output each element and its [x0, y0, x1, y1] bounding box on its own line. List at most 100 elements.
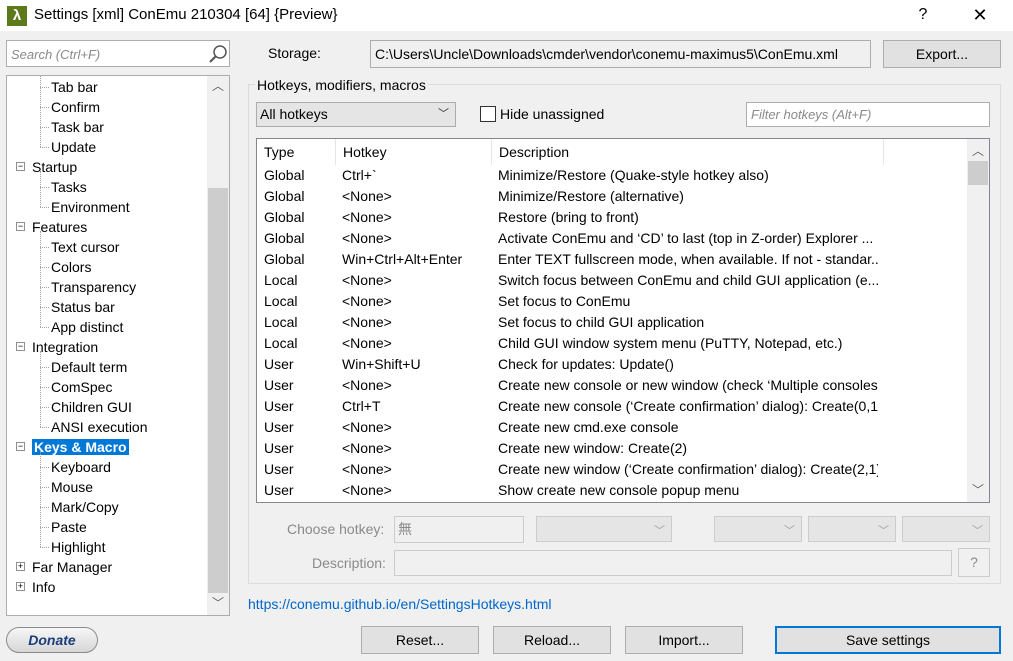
scroll-up-icon[interactable]: ︿ — [967, 141, 989, 161]
search-icon[interactable] — [207, 43, 229, 65]
tree-item-label: Default term — [51, 359, 128, 375]
tree-item[interactable]: Tasks — [51, 177, 87, 197]
type-cell: User — [264, 377, 294, 393]
tree-item[interactable]: Confirm — [51, 97, 100, 117]
table-row[interactable]: Local <None> Set focus to child GUI applic… — [257, 312, 967, 333]
tree-item[interactable]: Integration — [32, 337, 98, 357]
tree-item[interactable]: Keys & Macro — [32, 437, 129, 457]
import-button[interactable]: Import... — [625, 626, 743, 654]
tree-item[interactable]: Mouse — [51, 477, 93, 497]
tree-item[interactable]: Highlight — [51, 537, 105, 557]
table-scrollbar[interactable]: ︿ ﹀ — [967, 139, 989, 502]
tree-item[interactable]: Far Manager — [32, 557, 112, 577]
tree-item[interactable]: Paste — [51, 517, 87, 537]
hide-unassigned-label[interactable]: Hide unassigned — [500, 106, 604, 123]
hotkeys-table: Type Hotkey Description Global Ctrl+` Mini… — [256, 138, 990, 503]
tree-item[interactable]: ComSpec — [51, 377, 112, 397]
modifier-combo-2[interactable]: ﹀ — [714, 516, 802, 542]
description-cell: Check for updates: Update() — [498, 356, 674, 372]
export-button[interactable]: Export... — [883, 40, 1001, 68]
hide-unassigned-checkbox[interactable] — [480, 106, 496, 122]
tree-item[interactable]: Update — [51, 137, 96, 157]
table-row[interactable]: Local <None> Switch focus between ConEmu a… — [257, 270, 967, 291]
tree-item-label: Children GUI — [51, 399, 132, 415]
column-header-hotkey[interactable]: Hotkey — [336, 139, 492, 165]
table-row[interactable]: Local <None> Child GUI window system menu … — [257, 333, 967, 354]
description-field[interactable] — [394, 550, 952, 576]
tree-item[interactable]: Mark/Copy — [51, 497, 119, 517]
close-button[interactable]: ✕ — [958, 2, 1002, 28]
help-button[interactable]: ? — [908, 2, 938, 28]
donate-button[interactable]: Donate — [6, 627, 98, 653]
modifier-combo-1[interactable]: ﹀ — [536, 516, 672, 542]
scroll-thumb[interactable] — [968, 161, 988, 185]
table-row[interactable]: User <None> Create new cmd.exe console — [257, 417, 967, 438]
save-settings-button[interactable]: Save settings — [775, 626, 1001, 654]
tree-item[interactable]: Environment — [51, 197, 130, 217]
search-input[interactable] — [11, 45, 201, 63]
modifier-combo-4[interactable]: ﹀ — [902, 516, 990, 542]
table-row[interactable]: Global <None> Restore (bring to front) — [257, 207, 967, 228]
tree-item-label: Mouse — [51, 479, 94, 495]
table-row[interactable]: Global Win+Ctrl+Alt+Enter Enter TEXT fulls… — [257, 249, 967, 270]
tree-item[interactable]: Status bar — [51, 297, 115, 317]
description-cell: Switch focus between ConEmu and child GU… — [498, 272, 878, 288]
tree-item-label: Update — [51, 139, 97, 155]
expand-icon[interactable]: + — [16, 562, 25, 571]
expand-icon[interactable]: + — [16, 582, 25, 591]
tree-item[interactable]: Colors — [51, 257, 91, 277]
description-help-button[interactable]: ? — [958, 548, 990, 577]
tree-item[interactable]: Info — [32, 577, 55, 597]
table-row[interactable]: User <None> Show create new console popup … — [257, 480, 967, 501]
table-row[interactable]: User Ctrl+T Create new console (‘Create co… — [257, 396, 967, 417]
table-row[interactable]: User Win+Shift+U Check for updates: Update… — [257, 354, 967, 375]
modifier-combo-3[interactable]: ﹀ — [808, 516, 896, 542]
tree-item[interactable]: Tab bar — [51, 77, 98, 97]
storage-path-field[interactable]: C:\Users\Uncle\Downloads\cmder\vendor\co… — [370, 40, 871, 68]
column-header-description[interactable]: Description — [492, 139, 884, 165]
scroll-down-icon[interactable]: ﹀ — [967, 480, 989, 500]
tree-item[interactable]: Keyboard — [51, 457, 111, 477]
scroll-up-icon[interactable]: ︿ — [207, 76, 229, 96]
reset-button[interactable]: Reset... — [361, 626, 479, 654]
type-cell: Global — [264, 209, 305, 225]
tree-item-label: Environment — [51, 199, 130, 215]
type-cell: User — [264, 419, 294, 435]
type-cell: User — [264, 482, 294, 498]
tree-connector — [40, 267, 49, 268]
hotkey-cell: <None> — [342, 209, 392, 225]
table-row[interactable]: Local <None> Set focus to ConEmu — [257, 291, 967, 312]
table-row[interactable]: Global <None> Activate ConEmu and ‘CD’ to … — [257, 228, 967, 249]
hotkeys-filter-select[interactable]: All hotkeys ﹀ — [256, 102, 456, 127]
filter-hotkeys-input[interactable] — [746, 102, 990, 127]
table-row[interactable]: User <None> Create new window: Create(2) — [257, 438, 967, 459]
collapse-icon[interactable]: − — [16, 222, 25, 231]
window-title: Settings [xml] ConEmu 210304 [64] {Previ… — [34, 6, 338, 23]
collapse-icon[interactable]: − — [16, 442, 25, 451]
scroll-thumb[interactable] — [208, 188, 228, 593]
scroll-down-icon[interactable]: ﹀ — [207, 593, 229, 613]
hotkey-cell: <None> — [342, 440, 392, 456]
column-header-type[interactable]: Type — [257, 139, 336, 165]
tree-connector — [40, 307, 49, 308]
reload-button[interactable]: Reload... — [493, 626, 611, 654]
tree-item[interactable]: Default term — [51, 357, 127, 377]
table-row[interactable]: Global Ctrl+` Minimize/Restore (Quake-styl… — [257, 165, 967, 186]
tree-item[interactable]: Transparency — [51, 277, 136, 297]
table-row[interactable]: User <None> Create new console or new wind… — [257, 375, 967, 396]
choose-hotkey-field[interactable]: 無 — [394, 516, 524, 543]
tree-item[interactable]: Children GUI — [51, 397, 132, 417]
tree-item[interactable]: Task bar — [51, 117, 104, 137]
tree-item[interactable]: Startup — [32, 157, 77, 177]
tree-item[interactable]: App distinct — [51, 317, 123, 337]
collapse-icon[interactable]: − — [16, 162, 25, 171]
help-link[interactable]: https://conemu.github.io/en/SettingsHotk… — [248, 596, 552, 612]
collapse-icon[interactable]: − — [16, 342, 25, 351]
type-cell: User — [264, 398, 294, 414]
tree-item[interactable]: ANSI execution — [51, 417, 148, 437]
tree-scrollbar[interactable]: ︿ ﹀ — [207, 76, 229, 615]
table-row[interactable]: User <None> Create new window (‘Create con… — [257, 459, 967, 480]
table-row[interactable]: Global <None> Minimize/Restore (alternativ… — [257, 186, 967, 207]
tree-item[interactable]: Text cursor — [51, 237, 119, 257]
tree-connector — [40, 171, 41, 207]
